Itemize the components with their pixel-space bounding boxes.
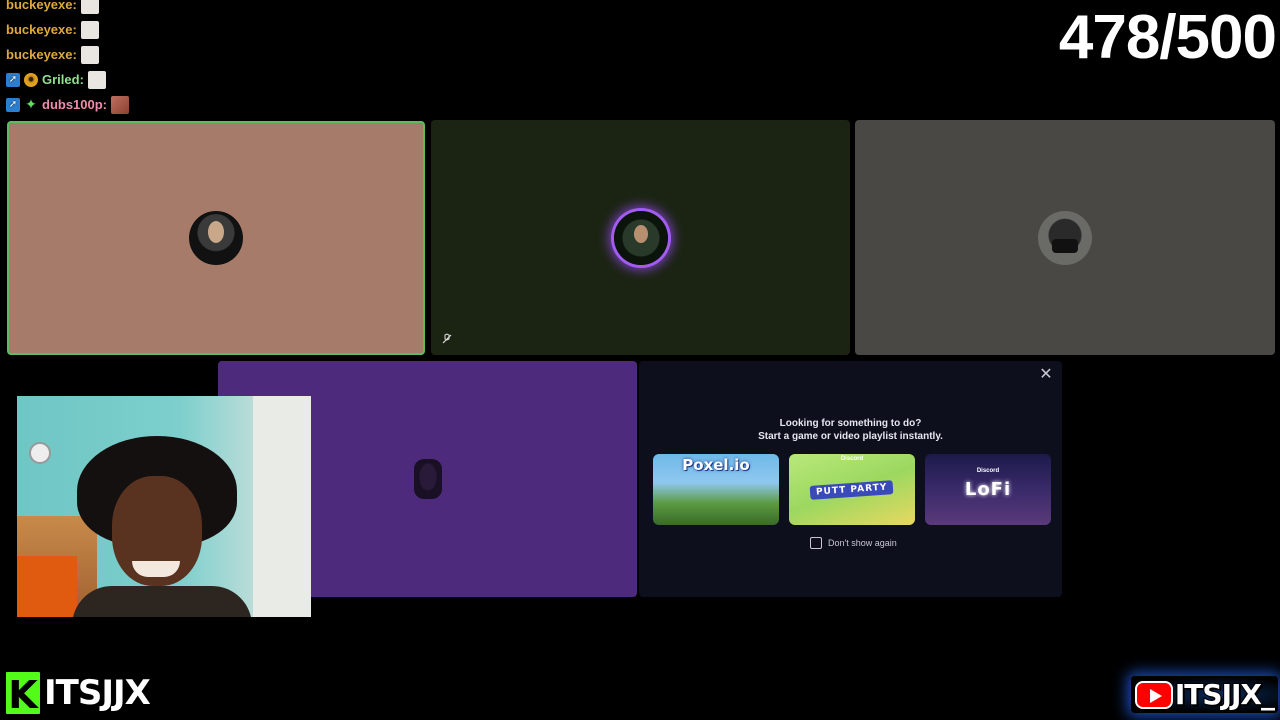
streamer-shirt bbox=[72, 586, 252, 617]
subscriber-badge-icon: ➚ bbox=[6, 97, 20, 112]
dont-show-again-label: Don't show again bbox=[828, 538, 897, 548]
kick-icon: K bbox=[4, 670, 42, 717]
activity-panel: ✕ Looking for something to do? Start a g… bbox=[639, 361, 1062, 597]
dont-show-again-checkbox[interactable] bbox=[810, 537, 822, 549]
door bbox=[253, 396, 311, 617]
participant-tile[interactable] bbox=[431, 120, 850, 355]
activity-card-sublabel: Discord bbox=[976, 468, 1000, 474]
chat-username: dubs100p: bbox=[42, 97, 108, 112]
chat-username: buckeyexe: bbox=[6, 22, 77, 37]
activity-card-lofi[interactable]: Discord LoFi bbox=[925, 454, 1051, 525]
activity-cards: Poxel.io Discord PUTT PARTY Discord LoFi bbox=[653, 454, 1051, 525]
dont-show-again-option[interactable]: Don't show again bbox=[810, 537, 897, 549]
chat-message: ➚ ✦ dubs100p: bbox=[6, 92, 246, 117]
chair bbox=[17, 556, 77, 617]
wall-clock bbox=[29, 442, 51, 464]
participant-avatar bbox=[413, 459, 442, 499]
webcam-feed bbox=[17, 396, 311, 617]
coin-badge-icon: ● bbox=[24, 72, 38, 87]
star-badge-icon: ✦ bbox=[25, 96, 37, 112]
participant-tile[interactable] bbox=[855, 120, 1275, 355]
chat-overlay: buckeyexe: buckeyexe: buckeyexe: ➚ ● Gri… bbox=[6, 0, 246, 117]
chat-username: Griled: bbox=[42, 72, 84, 87]
kick-logo: K ITSJJX bbox=[4, 670, 152, 717]
youtube-logo: ITSJJX_ bbox=[1130, 676, 1278, 713]
channel-name: ITSJJX_ bbox=[1174, 677, 1276, 712]
activity-card-label: LoFi bbox=[964, 479, 1012, 500]
goal-counter: 478/500 bbox=[1058, 3, 1277, 72]
participant-avatar bbox=[189, 211, 243, 265]
chat-message: buckeyexe: bbox=[6, 0, 246, 17]
youtube-icon bbox=[1134, 680, 1173, 709]
emote-icon bbox=[80, 0, 99, 14]
emote-icon bbox=[87, 70, 106, 89]
activity-prompt-line1: Looking for something to do? bbox=[779, 418, 922, 429]
chat-message: buckeyexe: bbox=[6, 17, 246, 42]
participant-tile[interactable] bbox=[7, 121, 425, 355]
chat-username: buckeyexe: bbox=[6, 0, 77, 12]
activity-card-label: Poxel.io bbox=[682, 456, 750, 474]
participant-avatar bbox=[1038, 210, 1092, 265]
emote-icon bbox=[80, 45, 99, 64]
chat-username: buckeyexe: bbox=[6, 47, 77, 62]
emote-icon bbox=[80, 20, 99, 39]
muted-mic-icon bbox=[439, 331, 455, 347]
activity-prompt-line2: Start a game or video playlist instantly… bbox=[758, 431, 943, 442]
activity-card-label: PUTT PARTY bbox=[809, 479, 895, 500]
participant-avatar bbox=[613, 210, 668, 265]
emote-icon bbox=[111, 95, 130, 114]
subscriber-badge-icon: ➚ bbox=[6, 72, 20, 87]
chat-message: ➚ ● Griled: bbox=[6, 67, 246, 92]
activity-card-putt-party[interactable]: Discord PUTT PARTY bbox=[789, 454, 915, 525]
activity-card-poxel[interactable]: Poxel.io bbox=[653, 454, 779, 525]
activity-prompt: Looking for something to do? Start a gam… bbox=[639, 417, 1062, 443]
close-icon[interactable]: ✕ bbox=[1036, 365, 1056, 385]
activity-card-sublabel: Discord bbox=[840, 456, 864, 462]
chat-message: buckeyexe: bbox=[6, 42, 246, 67]
channel-name: ITSJJX bbox=[43, 672, 152, 714]
